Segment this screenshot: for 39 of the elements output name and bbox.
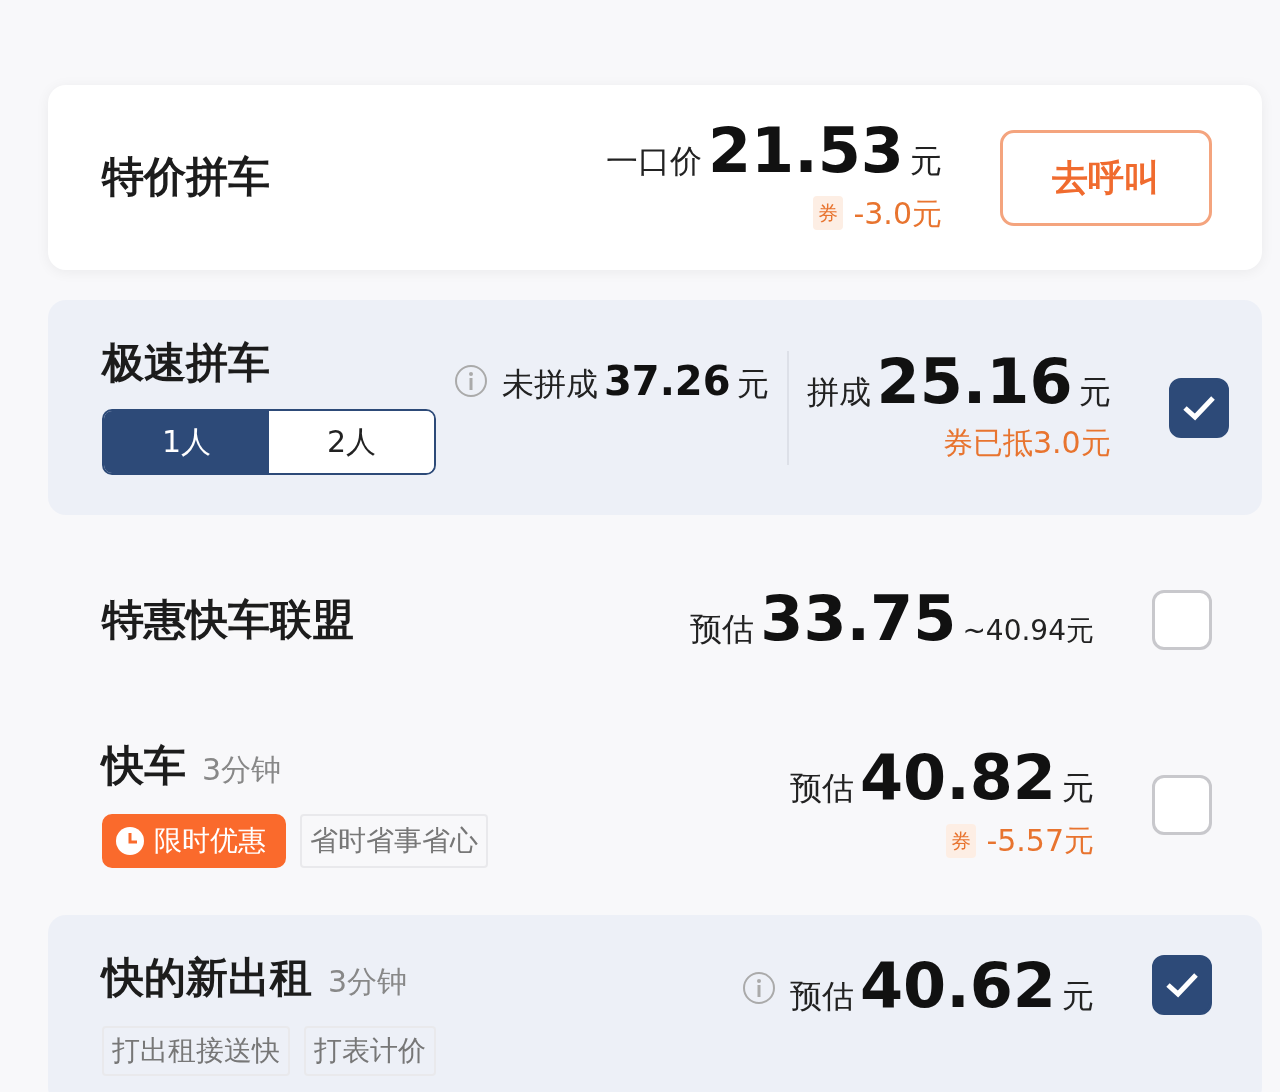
check-icon (1165, 972, 1199, 998)
ride-name: 极速拼车 (102, 340, 270, 387)
price-label: 预估 (789, 976, 854, 1017)
ride-name: 快车 (102, 742, 186, 789)
passenger-option[interactable]: 1人 (104, 410, 269, 473)
check-icon (1181, 394, 1216, 421)
price-unit: 元 (1062, 768, 1094, 809)
price-unit: 元 (736, 363, 769, 405)
price-amount: 37.26 (604, 356, 731, 406)
price-label: 预估 (789, 768, 854, 809)
price-unit: ~40.94元 (962, 612, 1094, 649)
price-label: 预估 (690, 608, 755, 650)
coupon-badge: 券 (946, 823, 977, 858)
clock-icon (114, 824, 146, 857)
price-label: 未拼成 (502, 363, 598, 405)
checkbox[interactable] (1152, 955, 1212, 1015)
ride-name: 快的新出租 (102, 955, 312, 1002)
info-icon[interactable] (454, 363, 488, 398)
passenger-option[interactable]: 2人 (269, 410, 434, 473)
price-unit: 元 (910, 140, 942, 182)
checkbox[interactable] (1168, 377, 1229, 438)
ride-name: 特惠快车联盟 (102, 596, 354, 644)
price-amount: 25.16 (876, 350, 1073, 413)
coupon-note: 券已抵3.0元 (942, 423, 1111, 462)
eta-text: 3分钟 (202, 750, 282, 789)
eta-text: 3分钟 (328, 963, 408, 1001)
ride-name: 特价拼车 (102, 154, 270, 201)
price-unit: 元 (1062, 976, 1094, 1017)
price-label: 拼成 (806, 371, 871, 413)
price-amount: 40.82 (859, 747, 1056, 809)
price-amount: 21.53 (707, 119, 904, 182)
coupon-badge: 券 (813, 196, 844, 230)
coupon-discount: -5.57元 (986, 822, 1094, 860)
info-icon[interactable] (741, 970, 776, 1005)
price-amount: 40.62 (859, 955, 1056, 1017)
price-amount: 33.75 (760, 587, 957, 650)
coupon-discount: -3.0元 (853, 194, 942, 233)
price-label: 一口价 (605, 140, 702, 182)
price-unit: 元 (1078, 371, 1111, 413)
